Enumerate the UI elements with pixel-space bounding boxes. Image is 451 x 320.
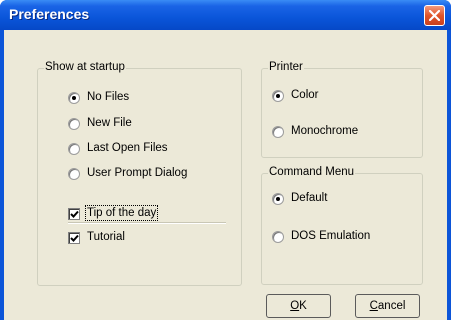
radio-label: Color [291, 89, 319, 101]
cancel-mnemonic: C [369, 300, 378, 312]
radio-icon [68, 143, 80, 155]
radio-icon [272, 193, 284, 205]
radio-label: Default [291, 192, 328, 204]
cancel-label: ancel [377, 300, 406, 312]
separator [68, 222, 226, 224]
command-menu-legend: Command Menu [268, 166, 356, 178]
checkbox-label: Tutorial [87, 231, 125, 243]
radio-icon [272, 126, 284, 138]
radio-label: Monochrome [291, 125, 359, 137]
radio-icon [272, 231, 284, 243]
startup-legend: Show at startup [44, 61, 126, 73]
radio-label: No Files [87, 91, 130, 103]
radio-icon [272, 90, 284, 102]
command-menu-group: Command Menu [261, 166, 423, 285]
checkbox-icon [68, 208, 80, 220]
printer-legend: Printer [268, 61, 304, 73]
radio-icon [68, 92, 80, 104]
ok-mnemonic: O [290, 300, 300, 312]
checkbox-icon [68, 232, 80, 244]
checkbox-label: Tip of the day [84, 205, 159, 221]
checkmark-icon [70, 234, 79, 242]
dialog-body: Show at startup No Files New File Last O… [4, 30, 447, 320]
radio-icon [68, 118, 80, 130]
close-button[interactable] [424, 5, 445, 26]
checkmark-icon [70, 210, 79, 218]
radio-label: User Prompt Dialog [87, 167, 188, 179]
radio-label: New File [87, 117, 132, 129]
radio-label: DOS Emulation [291, 230, 371, 242]
cancel-button[interactable]: Cancel [355, 294, 420, 318]
window-title: Preferences [9, 6, 90, 22]
close-icon [429, 10, 440, 21]
ok-button[interactable]: OK [266, 294, 331, 318]
printer-group: Printer [261, 61, 423, 158]
radio-icon [68, 168, 80, 180]
preferences-window: Preferences Show at startup No Files New… [0, 0, 451, 320]
radio-label: Last Open Files [87, 142, 168, 154]
title-bar[interactable]: Preferences [0, 0, 451, 30]
ok-label: K [299, 300, 307, 312]
